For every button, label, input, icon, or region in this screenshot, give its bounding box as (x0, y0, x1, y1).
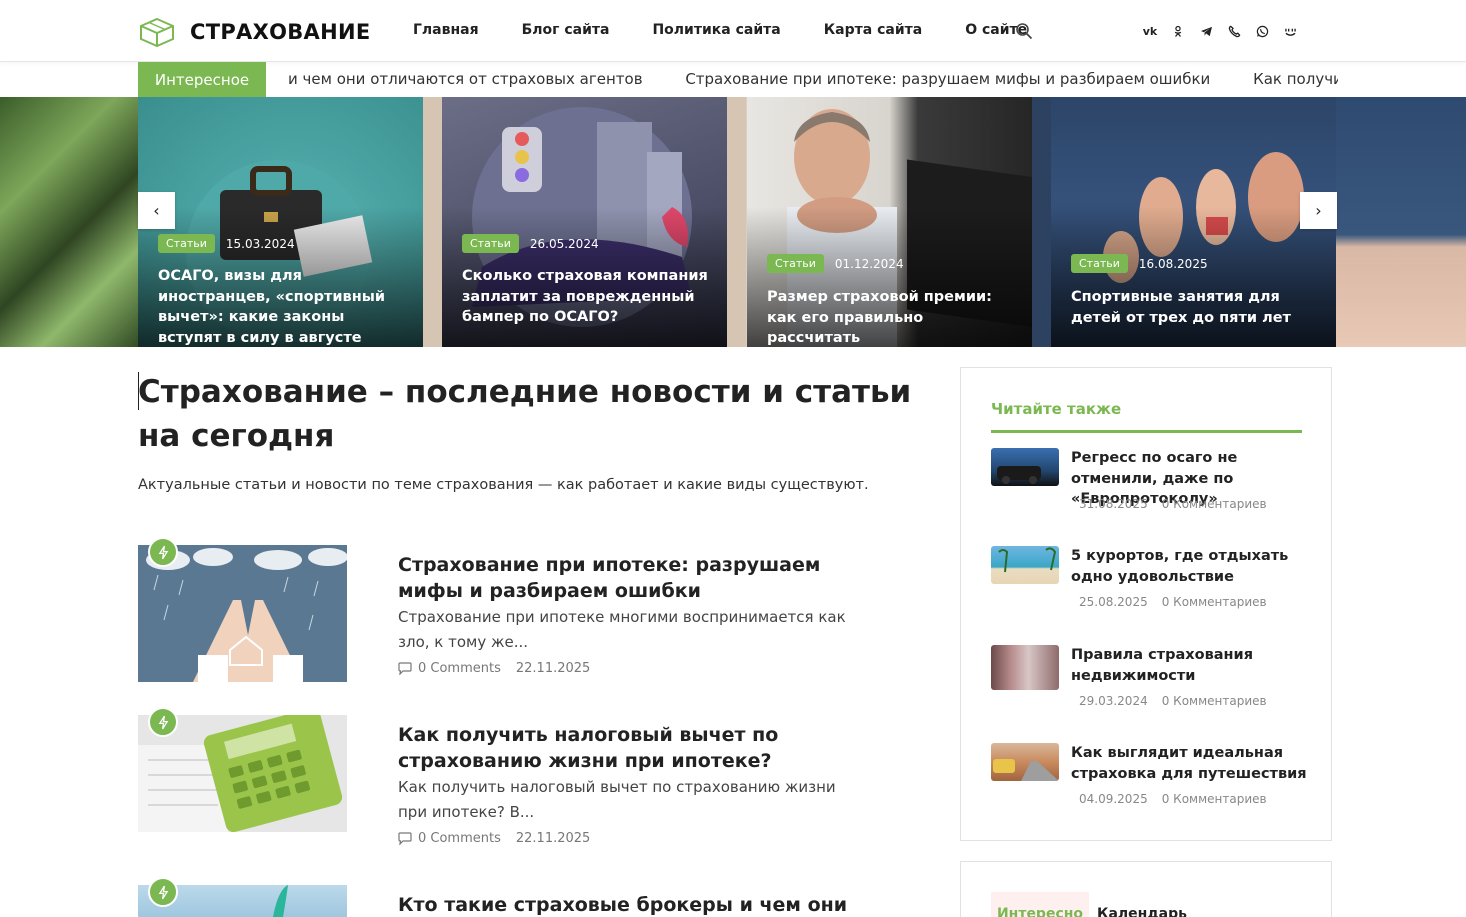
news-ticker: Интересное и чем они отличаются от страх… (138, 62, 1338, 97)
side-post-comments[interactable]: 0 Комментариев (1162, 595, 1267, 609)
widget-divider (991, 430, 1302, 433)
tabs-widget: Интересно Календарь (960, 861, 1332, 917)
featured-slider: Статьи 15.03.2024 ОСАГО, визы для иностр… (0, 97, 1466, 347)
slide-date: 26.05.2024 (529, 236, 599, 251)
nav-policy[interactable]: Политика сайта (652, 22, 780, 38)
slide-card[interactable]: Статьи 16.08.2025 Спортивные занятия для… (1051, 97, 1336, 347)
slide-date: 01.12.2024 (834, 256, 904, 271)
side-post-date: 25.08.2025 (1079, 595, 1148, 609)
whatsapp-icon[interactable] (1253, 22, 1271, 40)
tab-interesting[interactable]: Интересно (991, 892, 1089, 917)
side-post-comments[interactable]: 0 Комментариев (1162, 497, 1267, 511)
tab-calendar[interactable]: Календарь (1097, 906, 1187, 917)
page-description: Актуальные статьи и новости по теме стра… (138, 477, 869, 493)
slider-peek-left (0, 97, 138, 347)
ticker-item[interactable]: Страхование при ипотеке: разрушаем мифы … (685, 70, 1210, 88)
category-badge[interactable]: Статьи (158, 234, 215, 253)
main-nav: Главная Блог сайта Политика сайта Карта … (413, 22, 1070, 38)
side-post: Регресс по осаго не отменили, даже по «Е… (991, 448, 1302, 528)
post-date: 22.11.2025 (515, 661, 591, 676)
post-date: 22.11.2025 (515, 831, 591, 846)
search-icon[interactable] (1015, 22, 1033, 40)
vk-icon[interactable]: vk (1141, 22, 1159, 40)
side-post-date: 31.08.2025 (1079, 497, 1148, 511)
slider-prev-button[interactable]: ‹ (138, 192, 175, 229)
nav-blog[interactable]: Блог сайта (522, 22, 610, 38)
side-thumbnail[interactable] (991, 645, 1059, 690)
social-links: vk (1141, 22, 1309, 40)
post-item: Как получить налоговый вычет по страхова… (138, 707, 858, 855)
slide-card[interactable]: Статьи 15.03.2024 ОСАГО, визы для иностр… (138, 97, 423, 347)
post-comments[interactable]: 0 Comments (418, 831, 501, 846)
odnoklassniki-icon[interactable] (1169, 22, 1187, 40)
post-comments[interactable]: 0 Comments (418, 661, 501, 676)
nav-sitemap[interactable]: Карта сайта (824, 22, 922, 38)
side-post: 5 курортов, где отдыхать одно удовольств… (991, 546, 1302, 626)
logo[interactable]: СТРАХОВАНИЕ (138, 17, 370, 47)
category-badge[interactable]: Статьи (462, 234, 519, 253)
post-excerpt: Как получить налоговый вычет по страхова… (398, 778, 836, 821)
side-post-title[interactable]: Как выглядит идеальная страховка для пут… (1071, 743, 1311, 784)
slide-card[interactable]: Статьи 01.12.2024 Размер страховой преми… (747, 97, 1032, 347)
side-thumbnail[interactable] (991, 743, 1059, 781)
page-title: Страхование – последние новости и статьи… (138, 374, 912, 454)
ticker-items: и чем они отличаются от страховых агенто… (288, 70, 1338, 88)
category-badge[interactable]: Статьи (767, 254, 824, 273)
slide-title[interactable]: Спортивные занятия для детей от трех до … (1071, 287, 1323, 328)
slider-peek-right (1336, 97, 1466, 347)
telegram-icon[interactable] (1197, 22, 1215, 40)
slide-date: 15.03.2024 (225, 236, 295, 251)
slide-card[interactable]: Статьи 26.05.2024 Сколько страховая комп… (442, 97, 727, 347)
side-post-comments[interactable]: 0 Комментариев (1162, 694, 1267, 708)
side-post-comments[interactable]: 0 Комментариев (1162, 792, 1267, 806)
post-item: Кто такие страховые брокеры и чем они (138, 877, 858, 917)
slide-date: 16.08.2025 (1138, 256, 1208, 271)
side-post-date: 29.03.2024 (1079, 694, 1148, 708)
post-excerpt: Страхование при ипотеке многими восприни… (398, 608, 846, 651)
side-post: Правила страхования недвижимости 29.03.2… (991, 645, 1302, 725)
widget-title: Читайте также (991, 400, 1122, 418)
slider-next-button[interactable]: › (1300, 192, 1337, 229)
side-post-title[interactable]: Правила страхования недвижимости (1071, 645, 1311, 686)
lightning-icon (148, 877, 178, 907)
nav-home[interactable]: Главная (413, 22, 479, 38)
side-thumbnail[interactable] (991, 448, 1059, 486)
category-badge[interactable]: Статьи (1071, 254, 1128, 273)
ticker-item[interactable]: Как получить налого (1253, 70, 1338, 88)
post-title[interactable]: Кто такие страховые брокеры и чем они (398, 892, 858, 917)
comment-icon (398, 662, 412, 675)
slide-title[interactable]: Сколько страховая компания заплатит за п… (462, 266, 714, 328)
side-thumbnail[interactable] (991, 546, 1059, 584)
side-post-date: 04.09.2025 (1079, 792, 1148, 806)
ticker-item[interactable]: и чем они отличаются от страховых агенто… (288, 70, 643, 88)
post-title[interactable]: Страхование при ипотеке: разрушаем мифы … (398, 552, 858, 604)
site-header: СТРАХОВАНИЕ Главная Блог сайта Политика … (0, 0, 1466, 62)
lightning-icon (148, 707, 178, 737)
comment-icon (398, 832, 412, 845)
post-item: Страхование при ипотеке: разрушаем мифы … (138, 537, 858, 685)
post-title[interactable]: Как получить налоговый вычет по страхова… (398, 722, 858, 774)
logo-box-icon (140, 17, 174, 47)
viber-icon[interactable] (1225, 22, 1243, 40)
slide-title[interactable]: Размер страховой премии: как его правиль… (767, 287, 1019, 347)
logo-text: СТРАХОВАНИЕ (190, 20, 371, 44)
side-post: Как выглядит идеальная страховка для пут… (991, 743, 1307, 823)
read-also-widget: Читайте также Регресс по осаго не отмени… (960, 367, 1332, 841)
lightning-icon (148, 537, 178, 567)
ticker-label: Интересное (138, 62, 266, 97)
moimir-icon[interactable] (1281, 22, 1299, 40)
slide-title[interactable]: ОСАГО, визы для иностранцев, «спортивный… (158, 266, 410, 347)
side-post-title[interactable]: 5 курортов, где отдыхать одно удовольств… (1071, 546, 1311, 587)
